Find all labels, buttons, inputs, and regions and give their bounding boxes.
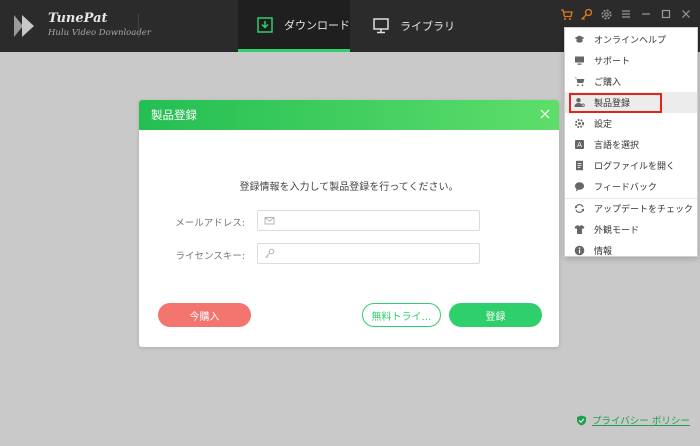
cart-button[interactable] xyxy=(558,6,574,22)
menu-item-label: フィードバック xyxy=(594,183,657,193)
brand-subtitle: Hulu Video Downloader xyxy=(48,28,151,38)
shield-icon xyxy=(577,415,586,425)
monitor-icon xyxy=(373,18,389,34)
menu-item-label: 設定 xyxy=(594,120,613,130)
cart-icon xyxy=(574,76,585,87)
close-icon xyxy=(682,10,690,18)
menu-item-label: サポート xyxy=(594,57,631,67)
key-icon xyxy=(580,8,592,20)
dialog-header: 製品登録 xyxy=(139,100,559,130)
settings-button[interactable] xyxy=(598,6,614,22)
gear-icon xyxy=(601,9,611,19)
email-label: メールアドレス: xyxy=(175,218,245,229)
menu-item-label: アップデートをチェック xyxy=(594,205,694,215)
key-icon xyxy=(265,248,275,258)
license-field[interactable] xyxy=(257,243,480,264)
key-button[interactable] xyxy=(578,6,594,22)
menu-item-label: 外観モード xyxy=(594,226,640,236)
menu-item-support[interactable]: サポート xyxy=(565,50,697,71)
minimize-icon xyxy=(642,13,650,15)
menu-item-label: 言語を選択 xyxy=(594,141,640,151)
close-icon[interactable] xyxy=(539,108,551,120)
buy-now-button[interactable]: 今購入 xyxy=(158,303,251,327)
menu-item-about[interactable]: 情報 xyxy=(565,240,697,261)
download-icon xyxy=(257,16,273,33)
maximize-icon xyxy=(661,9,671,19)
tab-library[interactable]: ライブラリ xyxy=(370,0,470,52)
language-icon: A xyxy=(574,139,585,150)
menu-item-feedback[interactable]: フィードバック xyxy=(565,176,697,197)
license-label: ライセンスキー: xyxy=(175,251,245,262)
close-window-button[interactable] xyxy=(678,6,694,22)
menu-item-label: ログファイルを開く xyxy=(594,162,676,172)
info-icon xyxy=(574,245,585,256)
menu-item-appearance[interactable]: 外観モード xyxy=(565,219,697,240)
tunepat-logo-icon xyxy=(14,15,34,37)
register-button[interactable]: 登録 xyxy=(449,303,542,327)
privacy-policy-label: プライバシー ポリシー xyxy=(592,416,690,427)
selection-highlight-box xyxy=(569,93,662,113)
registration-dialog: 製品登録 登録情報を入力して製品登録を行ってください。 メールアドレス: ライセ… xyxy=(139,100,559,347)
tab-download-label: ダウンロード xyxy=(284,18,350,32)
menu-item-open-log[interactable]: ログファイルを開く xyxy=(565,155,697,176)
email-input[interactable] xyxy=(279,215,479,226)
menu-item-label: オンラインヘルプ xyxy=(594,36,667,46)
log-file-icon xyxy=(574,160,585,171)
menu-item-label: 情報 xyxy=(594,247,613,257)
refresh-icon xyxy=(574,203,585,214)
license-input[interactable] xyxy=(279,248,479,259)
tab-library-label: ライブラリ xyxy=(400,20,455,33)
menu-item-language[interactable]: A 言語を選択 xyxy=(565,134,697,155)
monitor-icon xyxy=(574,55,585,66)
envelope-icon xyxy=(264,217,275,225)
menu-item-online-help[interactable]: オンラインヘルプ xyxy=(565,29,697,50)
menu-item-settings[interactable]: 設定 xyxy=(565,113,697,134)
window-controls xyxy=(554,6,694,22)
dialog-instruction: 登録情報を入力して製品登録を行ってください。 xyxy=(239,182,459,193)
brand-divider xyxy=(138,14,139,38)
main-menu-dropdown: オンラインヘルプ サポート ご購入 製品登録 設定 A 言語を選択 ログファイル… xyxy=(564,27,698,257)
email-field[interactable] xyxy=(257,210,480,231)
menu-item-check-update[interactable]: アップデートをチェック xyxy=(565,198,697,219)
maximize-button[interactable] xyxy=(658,6,674,22)
privacy-policy-link[interactable]: プライバシー ポリシー xyxy=(576,413,690,427)
chat-icon xyxy=(574,181,585,192)
graduation-cap-icon xyxy=(574,34,585,45)
hamburger-menu-icon xyxy=(622,10,630,18)
svg-text:A: A xyxy=(577,141,582,149)
tab-download[interactable]: ダウンロード xyxy=(238,0,350,52)
gear-icon xyxy=(574,118,585,129)
menu-item-label: ご購入 xyxy=(594,78,622,88)
brand-name: TunePat xyxy=(48,11,108,26)
menu-item-purchase[interactable]: ご購入 xyxy=(565,71,697,92)
menu-button[interactable] xyxy=(618,6,634,22)
free-trial-button[interactable]: 無料トライ… xyxy=(362,303,441,327)
cart-icon xyxy=(560,8,573,20)
shirt-icon xyxy=(574,224,585,235)
minimize-button[interactable] xyxy=(638,6,654,22)
dialog-title: 製品登録 xyxy=(151,108,197,122)
